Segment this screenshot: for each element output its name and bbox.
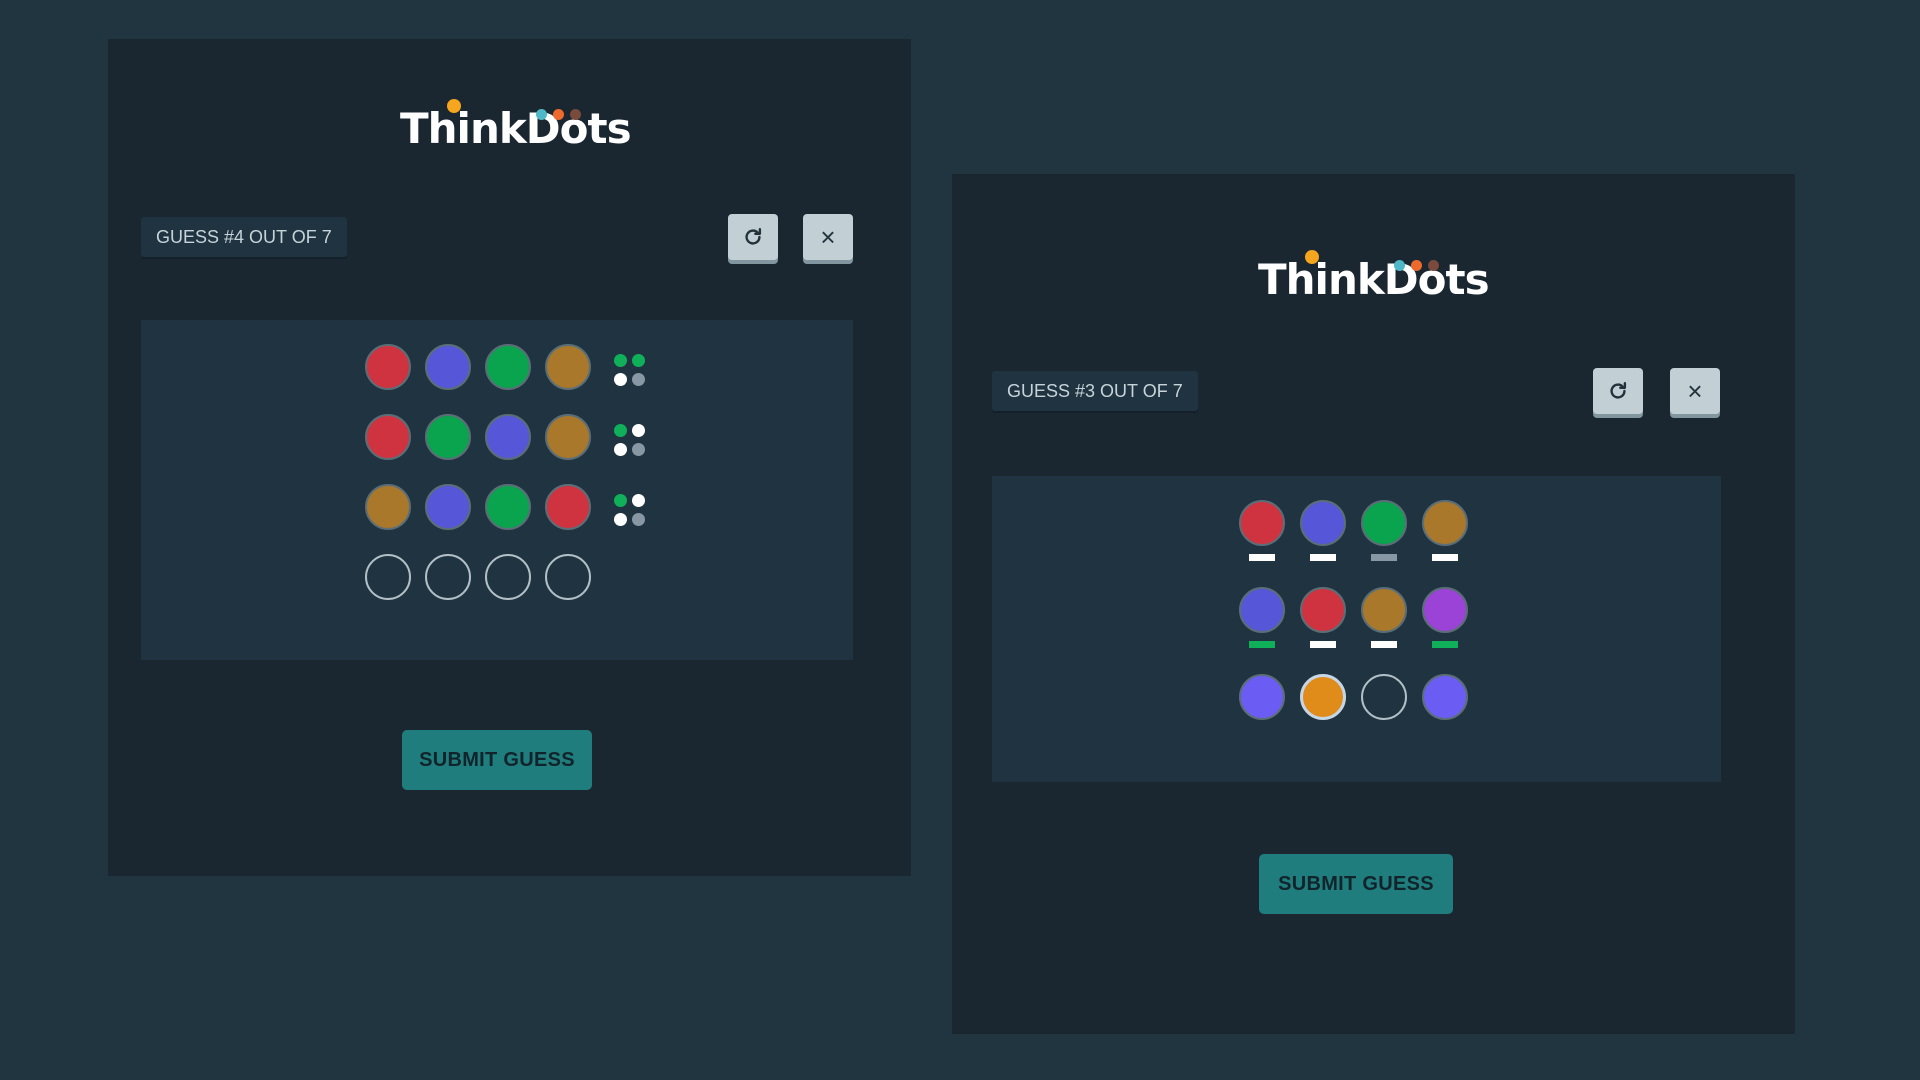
logo-dot-orange	[553, 109, 564, 120]
feedback-bar-green	[1432, 641, 1458, 648]
feedback-dot-white	[614, 513, 627, 526]
guess-counter: GUESS #4 OUT OF 7	[141, 217, 347, 257]
empty-peg-slot[interactable]	[1361, 674, 1407, 720]
peg-gold[interactable]	[545, 344, 591, 390]
feedback-dot-grey	[632, 373, 645, 386]
thinkdots-logo: ThinkDots	[1258, 250, 1490, 310]
logo-dot-orange	[1411, 260, 1422, 271]
feedback-dot-white	[632, 494, 645, 507]
feedback-bar-white	[1310, 641, 1336, 648]
peg-red[interactable]	[365, 414, 411, 460]
peg-green[interactable]	[1361, 500, 1407, 546]
peg-red[interactable]	[545, 484, 591, 530]
logo-dot-brown	[570, 109, 581, 120]
peg-blue[interactable]	[425, 344, 471, 390]
feedback-dot-white	[632, 424, 645, 437]
peg-green[interactable]	[485, 344, 531, 390]
logo-dot-yellow	[1305, 250, 1319, 264]
peg-green[interactable]	[425, 414, 471, 460]
feedback-bar-green	[1249, 641, 1275, 648]
logo-dot-yellow	[447, 99, 461, 113]
refresh-icon	[1610, 382, 1627, 399]
feedback-bar-white	[1371, 641, 1397, 648]
peg-red[interactable]	[365, 344, 411, 390]
logo-dot-cyan	[536, 109, 547, 120]
submit-guess-button[interactable]: SUBMIT GUESS	[402, 730, 592, 790]
peg-red[interactable]	[1300, 587, 1346, 633]
close-button[interactable]: ×	[1670, 368, 1720, 414]
reset-button[interactable]	[728, 214, 778, 260]
feedback-dot-green	[632, 354, 645, 367]
close-button[interactable]: ×	[803, 214, 853, 260]
peg-green[interactable]	[485, 484, 531, 530]
empty-peg-slot[interactable]	[365, 554, 411, 600]
empty-peg-slot[interactable]	[485, 554, 531, 600]
game-panel-left: ThinkDots GUESS #4 OUT OF 7 × SUBMIT GUE…	[108, 39, 911, 876]
logo-dot-cyan	[1394, 260, 1405, 271]
feedback-bar-white	[1249, 554, 1275, 561]
feedback-dot-grey	[632, 443, 645, 456]
empty-peg-slot[interactable]	[545, 554, 591, 600]
peg-gold[interactable]	[545, 414, 591, 460]
empty-peg-slot[interactable]	[425, 554, 471, 600]
peg-gold[interactable]	[1422, 500, 1468, 546]
feedback-bar-grey	[1371, 554, 1397, 561]
feedback-dot-green	[614, 354, 627, 367]
peg-gold[interactable]	[1361, 587, 1407, 633]
feedback-dot-grey	[632, 513, 645, 526]
peg-orange[interactable]	[1300, 674, 1346, 720]
peg-red[interactable]	[1239, 500, 1285, 546]
refresh-icon	[745, 228, 762, 245]
peg-light-blue[interactable]	[1239, 674, 1285, 720]
peg-blue[interactable]	[485, 414, 531, 460]
peg-blue[interactable]	[425, 484, 471, 530]
guess-board	[992, 476, 1721, 782]
feedback-dot-white	[614, 443, 627, 456]
close-icon: ×	[1687, 375, 1703, 406]
peg-blue[interactable]	[1300, 500, 1346, 546]
peg-light-blue[interactable]	[1422, 674, 1468, 720]
game-panel-right: ThinkDots GUESS #3 OUT OF 7 × SUBMIT GUE…	[952, 174, 1795, 1034]
feedback-bar-white	[1432, 554, 1458, 561]
close-icon: ×	[820, 221, 836, 252]
guess-board	[141, 320, 853, 660]
reset-button[interactable]	[1593, 368, 1643, 414]
peg-blue[interactable]	[1239, 587, 1285, 633]
feedback-dot-white	[614, 373, 627, 386]
thinkdots-logo: ThinkDots	[400, 99, 632, 159]
feedback-dot-green	[614, 494, 627, 507]
feedback-bar-white	[1310, 554, 1336, 561]
guess-counter: GUESS #3 OUT OF 7	[992, 371, 1198, 411]
peg-gold[interactable]	[365, 484, 411, 530]
feedback-dot-green	[614, 424, 627, 437]
logo-dot-brown	[1428, 260, 1439, 271]
submit-guess-button[interactable]: SUBMIT GUESS	[1259, 854, 1453, 914]
peg-purple[interactable]	[1422, 587, 1468, 633]
